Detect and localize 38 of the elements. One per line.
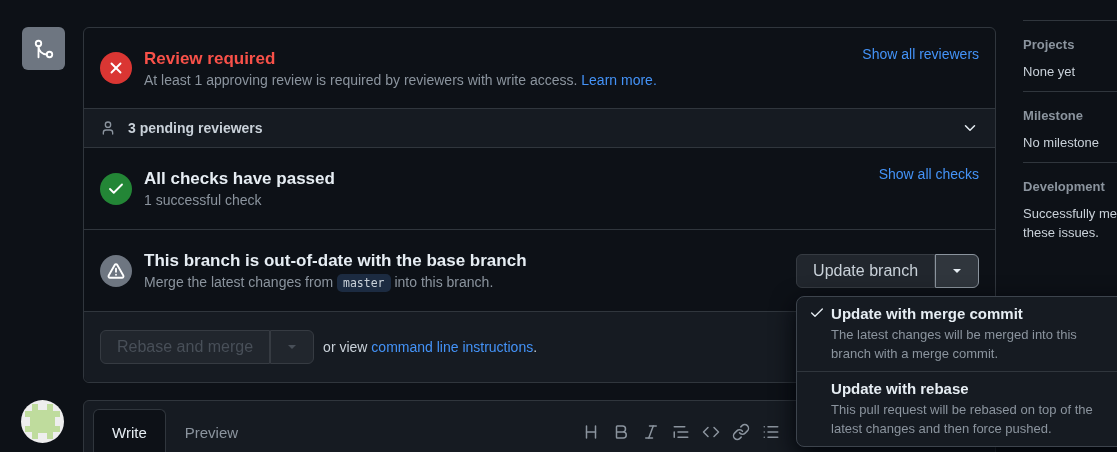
checks-title: All checks have passed [144, 169, 336, 189]
option-description: The latest changes will be merged into this branch with a merge commit. [831, 325, 1078, 363]
branch-description: Merge the latest changes from master into this branch. [144, 274, 495, 290]
list-icon[interactable] [762, 423, 781, 441]
sidebar-text: these issues. [1023, 225, 1100, 240]
learn-more-link[interactable]: Learn more. [581, 71, 657, 88]
show-reviewers-link[interactable]: Show all reviewers [862, 46, 980, 62]
pending-reviewers: 3 pending reviewers [128, 120, 264, 136]
warning-icon [100, 254, 132, 287]
update-branch-button[interactable]: Update branch [796, 253, 936, 288]
pending-reviewers-bar[interactable]: 3 pending reviewers [84, 109, 996, 148]
show-checks-link[interactable]: Show all checks [878, 166, 980, 182]
merge-icon [22, 27, 65, 70]
editor-tab[interactable]: Preview [165, 409, 258, 452]
update-options-button[interactable] [935, 253, 980, 288]
sidebar-text: Successfully me [1023, 206, 1117, 221]
close-icon [100, 52, 132, 84]
option-title: Update with merge commit [831, 304, 1024, 322]
check-icon [100, 172, 132, 205]
editor-tab[interactable]: Write [93, 409, 166, 452]
sidebar-heading: Development [1023, 179, 1106, 194]
sidebar-heading: Projects [1023, 37, 1076, 52]
review-description: At least 1 approving review is required by reviewers with write access. Learn more. [144, 71, 658, 88]
sidebar-heading: Milestone [1023, 108, 1085, 123]
update-option[interactable]: Update with merge commit The latest changes will be merged into this branch with a merge commit. [797, 296, 1117, 372]
person-icon [100, 120, 116, 136]
link-icon[interactable] [732, 423, 751, 441]
option-title: Update with rebase [831, 379, 970, 397]
identicon-avatar [21, 400, 64, 443]
checks-description: 1 successful check [144, 192, 263, 208]
option-description: This pull request will be rebased on top of the latest changes and then force pushed. [831, 400, 1094, 438]
update-option[interactable]: Update with rebase This pull request will be rebased on top of the latest changes and then force pushed. [797, 371, 1117, 446]
quote-icon[interactable] [672, 423, 691, 441]
sidebar-text: No milestone [1023, 135, 1100, 150]
review-title: Review required [144, 48, 277, 69]
branch-title: This branch is out-of-date with the base branch [144, 251, 528, 271]
command-line-hint: or view command line instructions. [323, 339, 538, 355]
sidebar-text: None yet [1023, 64, 1077, 79]
